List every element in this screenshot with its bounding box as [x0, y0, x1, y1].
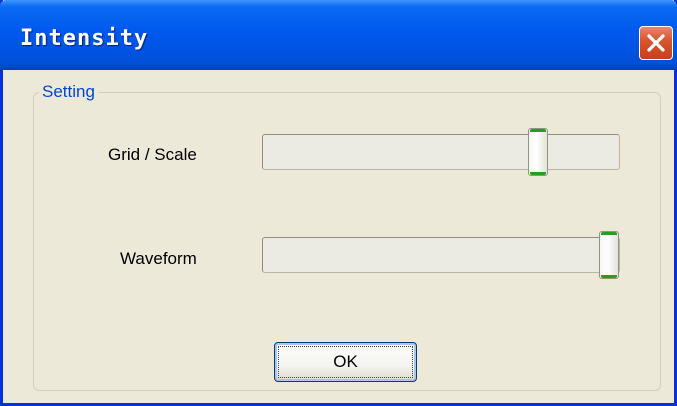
- close-icon: [647, 34, 665, 52]
- grid-scale-slider-track[interactable]: [262, 134, 620, 170]
- waveform-slider-thumb[interactable]: [599, 231, 619, 279]
- setting-group-label: Setting: [39, 82, 98, 102]
- window-title: Intensity: [20, 26, 149, 51]
- waveform-slider-track[interactable]: [262, 237, 620, 273]
- grid-scale-label: Grid / Scale: [108, 145, 197, 164]
- grid-scale-slider-thumb[interactable]: [528, 128, 548, 176]
- dialog-client-area: Setting Grid / Scale Waveform OK: [3, 70, 674, 403]
- close-button[interactable]: [639, 26, 673, 60]
- title-bar[interactable]: Intensity: [0, 0, 677, 70]
- intensity-dialog: Intensity Setting Grid / Scale Waveform …: [0, 0, 677, 406]
- waveform-label: Waveform: [120, 249, 197, 268]
- ok-button-label: OK: [278, 346, 413, 378]
- ok-button[interactable]: OK: [274, 342, 417, 382]
